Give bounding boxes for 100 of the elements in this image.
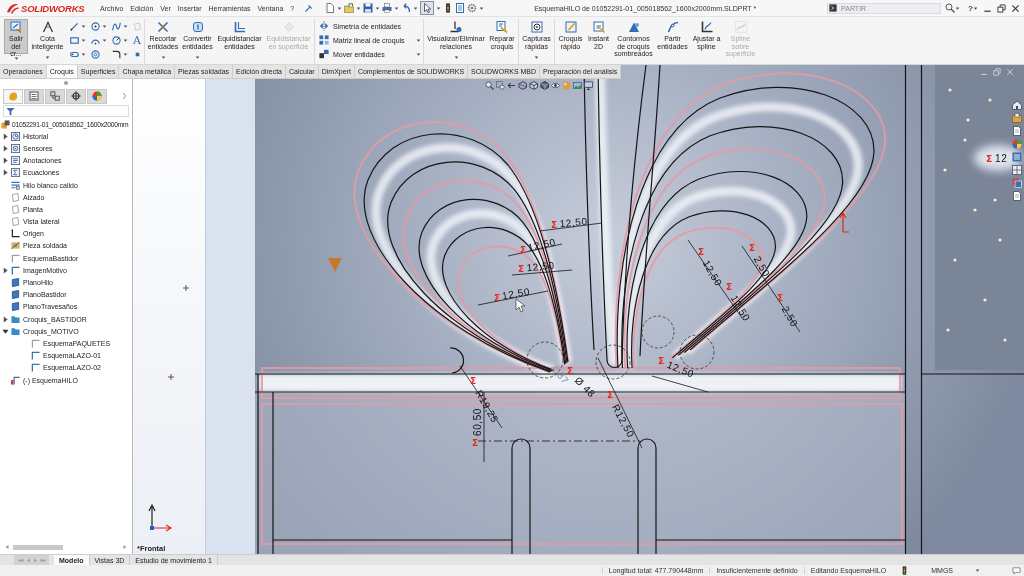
open-folder-icon[interactable] bbox=[344, 3, 355, 13]
document-icon[interactable] bbox=[1012, 126, 1022, 136]
sliced-cube-icon[interactable] bbox=[518, 81, 527, 90]
speech-bubble-icon[interactable] bbox=[1012, 566, 1021, 575]
double-triangle-left-icon[interactable] bbox=[16, 557, 24, 563]
caret-icon[interactable] bbox=[195, 55, 200, 60]
caret-icon[interactable] bbox=[534, 55, 539, 60]
triangle-right-icon[interactable] bbox=[2, 315, 9, 323]
circle-icon[interactable] bbox=[112, 35, 121, 45]
triangle-right-icon[interactable] bbox=[2, 169, 9, 177]
caret-icon[interactable] bbox=[160, 55, 166, 60]
gear-icon[interactable] bbox=[467, 3, 478, 13]
triangle-right-icon[interactable] bbox=[2, 132, 9, 140]
left-arrow-icon[interactable] bbox=[507, 81, 516, 90]
dot-icon[interactable] bbox=[64, 81, 68, 85]
text-tool-button[interactable]: A bbox=[133, 34, 141, 46]
caret-icon[interactable] bbox=[436, 5, 442, 11]
horizontal-scrollbar[interactable] bbox=[4, 543, 128, 551]
equation-sign: Σ bbox=[777, 293, 784, 303]
caret-icon[interactable] bbox=[975, 568, 980, 573]
file-list-icon[interactable] bbox=[455, 3, 466, 13]
caret-icon[interactable] bbox=[453, 55, 459, 60]
caret-icon[interactable] bbox=[13, 56, 19, 61]
restore-icon[interactable] bbox=[997, 3, 1006, 13]
caret-icon[interactable] bbox=[375, 5, 381, 11]
origin-axes-icon bbox=[11, 229, 20, 239]
document-icon[interactable] bbox=[1012, 191, 1022, 201]
caret-icon[interactable] bbox=[337, 5, 343, 11]
rectangle-icon[interactable] bbox=[70, 35, 79, 45]
caret-icon[interactable] bbox=[479, 5, 485, 11]
triangle-marker-icon bbox=[328, 258, 342, 272]
caret-icon[interactable] bbox=[955, 5, 961, 11]
panel-tab[interactable] bbox=[45, 88, 65, 104]
panel-tab[interactable] bbox=[66, 88, 86, 104]
color-wheel-icon bbox=[92, 91, 102, 101]
close-icon[interactable] bbox=[1011, 3, 1020, 13]
line-icon[interactable] bbox=[70, 21, 79, 31]
caret-icon[interactable] bbox=[394, 5, 400, 11]
crossed-lines-icon bbox=[157, 21, 169, 33]
caret-icon[interactable] bbox=[123, 37, 128, 43]
panel-tab[interactable] bbox=[24, 88, 44, 104]
caret-icon[interactable] bbox=[45, 55, 50, 60]
dimension-value[interactable]: 12,50 bbox=[501, 285, 531, 302]
slot-icon[interactable] bbox=[70, 49, 79, 59]
shaded-cube-icon[interactable] bbox=[540, 81, 549, 90]
printer-icon[interactable] bbox=[382, 3, 393, 13]
dimension-value[interactable]: 12,50 bbox=[526, 236, 557, 254]
triangle-down-icon[interactable] bbox=[2, 327, 9, 335]
grid-icon[interactable] bbox=[1012, 165, 1022, 175]
undo-icon[interactable] bbox=[401, 3, 412, 13]
caret-icon[interactable] bbox=[123, 23, 128, 29]
document-icon[interactable] bbox=[325, 3, 336, 13]
caret-icon[interactable] bbox=[416, 37, 421, 43]
caret-icon[interactable] bbox=[102, 23, 107, 29]
relation-symbol-icon bbox=[450, 21, 462, 33]
monitor-icon[interactable] bbox=[584, 81, 593, 90]
dimension-value[interactable]: Ø 48 bbox=[572, 374, 598, 400]
triangle-left-icon[interactable] bbox=[4, 544, 10, 550]
caret-icon[interactable] bbox=[356, 5, 362, 11]
cube-icon[interactable] bbox=[529, 81, 538, 90]
logo-icon bbox=[6, 2, 19, 14]
rounded-corner-icon[interactable] bbox=[112, 49, 121, 59]
shaded-triangle-icon bbox=[627, 21, 640, 33]
zoom-box-icon[interactable] bbox=[496, 81, 505, 90]
box-icon[interactable] bbox=[1012, 113, 1022, 123]
caret-icon[interactable] bbox=[416, 51, 421, 57]
caret-icon[interactable] bbox=[973, 5, 978, 11]
select-button[interactable] bbox=[420, 1, 435, 15]
filter-field[interactable] bbox=[3, 105, 129, 117]
color-wheel-icon[interactable] bbox=[1012, 139, 1022, 149]
wave-icon bbox=[734, 21, 747, 33]
ring-icon[interactable] bbox=[91, 49, 100, 59]
search-icon[interactable] bbox=[945, 3, 956, 13]
dimension-value[interactable]: 12,50 bbox=[526, 259, 556, 274]
stacked-squares-icon[interactable] bbox=[1012, 178, 1022, 188]
house-icon[interactable] bbox=[1012, 100, 1022, 110]
circle-icon[interactable] bbox=[91, 21, 100, 31]
caret-icon[interactable] bbox=[413, 5, 419, 11]
chevron-right-icon[interactable] bbox=[122, 92, 127, 100]
triangle-right-icon[interactable] bbox=[2, 144, 9, 152]
magnifier-icon[interactable] bbox=[485, 81, 494, 90]
eye-icon[interactable] bbox=[551, 81, 560, 90]
pencil-box-icon bbox=[564, 21, 577, 33]
caret-icon[interactable] bbox=[81, 51, 86, 57]
pin-icon[interactable] bbox=[304, 3, 314, 13]
dimension-value[interactable]: 12 bbox=[995, 153, 1008, 164]
caret-icon[interactable] bbox=[123, 51, 128, 57]
panel-tab[interactable] bbox=[87, 88, 107, 104]
list-icon[interactable] bbox=[1012, 152, 1022, 162]
triangle-right-icon[interactable] bbox=[2, 266, 9, 274]
caret-icon[interactable] bbox=[102, 37, 107, 43]
equation-sign: Σ bbox=[658, 356, 665, 366]
triangle-right-icon[interactable] bbox=[2, 157, 9, 165]
caret-icon[interactable] bbox=[81, 23, 86, 29]
double-triangle-right-icon[interactable] bbox=[39, 557, 47, 563]
caret-icon[interactable] bbox=[81, 37, 86, 43]
spline-icon[interactable] bbox=[112, 21, 121, 31]
dimension-value[interactable]: 12,50 bbox=[559, 215, 589, 230]
dimension-value[interactable]: 12,50 bbox=[665, 359, 696, 380]
help-button[interactable]: ? bbox=[968, 3, 973, 13]
